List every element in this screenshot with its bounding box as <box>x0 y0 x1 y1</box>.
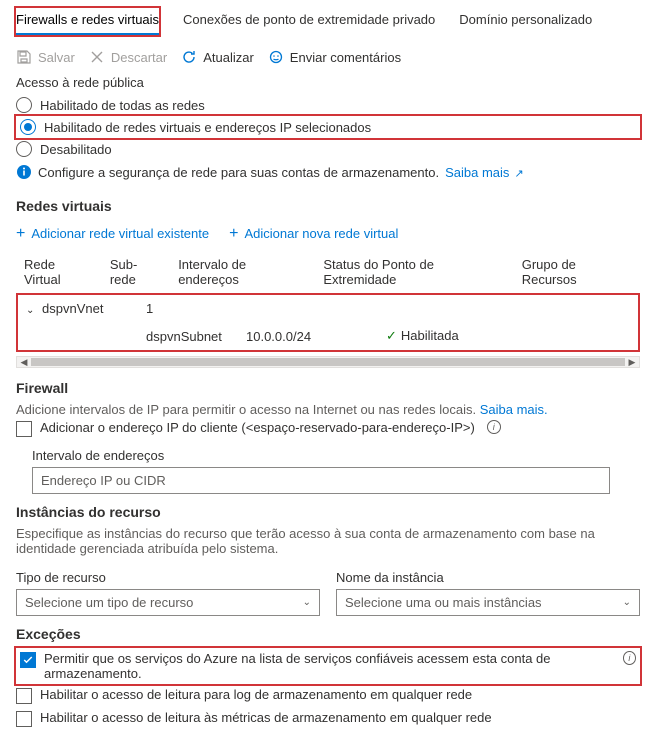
exception-log-label: Habilitar o acesso de leitura para log d… <box>40 687 472 702</box>
exception-trusted-services[interactable]: Permitir que os serviços do Azure na lis… <box>16 648 640 684</box>
horizontal-scrollbar[interactable]: ◀ ▶ <box>16 356 640 368</box>
resource-instances-desc: Especifique as instâncias do recurso que… <box>16 526 640 556</box>
vnet-subnet-count: 1 <box>146 301 153 316</box>
toolbar: Salvar Descartar Atualizar Enviar coment… <box>16 43 640 75</box>
vnet-table: Rede Virtual Sub-rede Intervalo de ender… <box>16 251 640 293</box>
exception-metrics-label: Habilitar o acesso de leitura às métrica… <box>40 710 492 725</box>
vnet-add-row: + Adicionar rede virtual existente + Adi… <box>16 220 640 251</box>
info-icon <box>16 164 32 180</box>
add-client-ip-label: Adicionar o endereço IP do cliente (<esp… <box>40 420 475 435</box>
resource-instances-title: Instâncias do recurso <box>16 504 640 520</box>
tab-custom-domain[interactable]: Domínio personalizado <box>459 8 592 35</box>
feedback-icon <box>268 49 284 65</box>
resource-type-placeholder: Selecione um tipo de recurso <box>25 595 193 610</box>
external-icon: ↗ <box>511 168 523 180</box>
table-row[interactable]: dspvnSubnet 10.0.0.0/24 ✓ Habilitada <box>18 322 638 350</box>
instance-name-placeholder: Selecione uma ou mais instâncias <box>345 595 542 610</box>
info-tooltip-icon[interactable]: i <box>623 651 636 665</box>
add-existing-vnet-button[interactable]: + Adicionar rede virtual existente <box>16 226 209 241</box>
add-new-label: Adicionar nova rede virtual <box>244 226 398 241</box>
subnet-range: 10.0.0.0/24 <box>246 329 311 344</box>
refresh-button[interactable]: Atualizar <box>181 49 254 65</box>
firewall-learn-more-link[interactable]: Saiba mais. <box>480 402 548 417</box>
checkbox-icon <box>20 652 36 668</box>
resource-type-select[interactable]: Selecione um tipo de recurso ⌄ <box>16 589 320 616</box>
discard-label: Descartar <box>111 50 167 65</box>
radio-all-label: Habilitado de todas as redes <box>40 98 205 113</box>
table-header-row: Rede Virtual Sub-rede Intervalo de ender… <box>16 251 640 293</box>
resource-type-label: Tipo de recurso <box>16 570 320 585</box>
scroll-left-icon: ◀ <box>17 357 31 367</box>
exception-trusted-label: Permitir que os serviços do Azure na lis… <box>44 651 611 681</box>
col-status: Status do Ponto de Extremidade <box>315 251 513 293</box>
add-existing-label: Adicionar rede virtual existente <box>31 226 209 241</box>
radio-icon <box>20 119 36 135</box>
learn-more-link[interactable]: Saiba mais ↗ <box>445 165 524 180</box>
col-subnet: Sub-rede <box>102 251 170 293</box>
chevron-down-icon: ⌄ <box>303 597 311 608</box>
vnets-title: Redes virtuais <box>16 198 640 214</box>
info-text: Configure a segurança de rede para suas … <box>38 165 439 180</box>
radio-icon <box>16 97 32 113</box>
radio-disabled[interactable]: Desabilitado <box>16 138 640 160</box>
instance-name-label: Nome da instância <box>336 570 640 585</box>
subnet-name: dspvnSubnet <box>146 329 222 344</box>
discard-icon <box>89 49 105 65</box>
exception-log-read[interactable]: Habilitar o acesso de leitura para log d… <box>16 684 640 707</box>
vnet-rows-highlight: ⌄ dspvnVnet 1 dspvnSubnet 10.0.0.0/24 ✓ H… <box>16 293 640 352</box>
radio-all-networks[interactable]: Habilitado de todas as redes <box>16 94 640 116</box>
tab-private-endpoint[interactable]: Conexões de ponto de extremidade privado <box>183 8 435 35</box>
scroll-thumb[interactable] <box>31 358 625 366</box>
checkbox-icon <box>16 421 32 437</box>
radio-icon <box>16 141 32 157</box>
radio-selected-networks[interactable]: Habilitado de redes virtuais e endereços… <box>16 116 640 138</box>
refresh-icon <box>181 49 197 65</box>
scroll-right-icon: ▶ <box>625 357 639 367</box>
firewall-desc: Adicione intervalos de IP para permitir … <box>16 402 640 417</box>
refresh-label: Atualizar <box>203 50 254 65</box>
discard-button[interactable]: Descartar <box>89 49 167 65</box>
table-row[interactable]: ⌄ dspvnVnet 1 <box>18 295 638 322</box>
checkbox-icon <box>16 688 32 704</box>
radio-disabled-label: Desabilitado <box>40 142 112 157</box>
address-range-input[interactable] <box>32 467 610 494</box>
instance-name-select[interactable]: Selecione uma ou mais instâncias ⌄ <box>336 589 640 616</box>
exceptions-title: Exceções <box>16 626 640 642</box>
chevron-down-icon: ⌄ <box>623 597 631 608</box>
tabs: Firewalls e redes virtuais Conexões de p… <box>16 8 640 35</box>
info-tooltip-icon[interactable]: i <box>487 420 501 434</box>
firewall-title: Firewall <box>16 380 640 396</box>
col-rg: Grupo de Recursos <box>514 251 640 293</box>
firewall-desc-text: Adicione intervalos de IP para permitir … <box>16 402 476 417</box>
chevron-down-icon: ⌄ <box>26 305 34 316</box>
info-row: Configure a segurança de rede para suas … <box>16 160 640 188</box>
feedback-label: Enviar comentários <box>290 50 401 65</box>
public-access-section: Acesso à rede pública Habilitado de toda… <box>16 75 640 188</box>
subnet-status: Habilitada <box>401 328 459 343</box>
public-access-title: Acesso à rede pública <box>16 75 640 90</box>
col-range: Intervalo de endereços <box>170 251 315 293</box>
col-vnet: Rede Virtual <box>16 251 102 293</box>
save-label: Salvar <box>38 50 75 65</box>
resource-instance-columns: Tipo de recurso Selecione um tipo de rec… <box>16 562 640 616</box>
vnet-name: dspvnVnet <box>42 301 103 316</box>
feedback-button[interactable]: Enviar comentários <box>268 49 401 65</box>
plus-icon: + <box>16 227 25 241</box>
save-button[interactable]: Salvar <box>16 49 75 65</box>
save-icon <box>16 49 32 65</box>
add-new-vnet-button[interactable]: + Adicionar nova rede virtual <box>229 226 398 241</box>
range-label: Intervalo de endereços <box>16 448 640 463</box>
radio-selected-label: Habilitado de redes virtuais e endereços… <box>44 120 371 135</box>
checkbox-icon <box>16 711 32 727</box>
plus-icon: + <box>229 227 238 241</box>
tab-firewalls[interactable]: Firewalls e redes virtuais <box>16 8 159 35</box>
exception-metrics-read[interactable]: Habilitar o acesso de leitura às métrica… <box>16 707 640 730</box>
check-icon: ✓ <box>386 328 397 343</box>
learn-more-label: Saiba mais <box>445 165 509 180</box>
add-client-ip-checkbox-row[interactable]: Adicionar o endereço IP do cliente (<esp… <box>16 417 640 440</box>
